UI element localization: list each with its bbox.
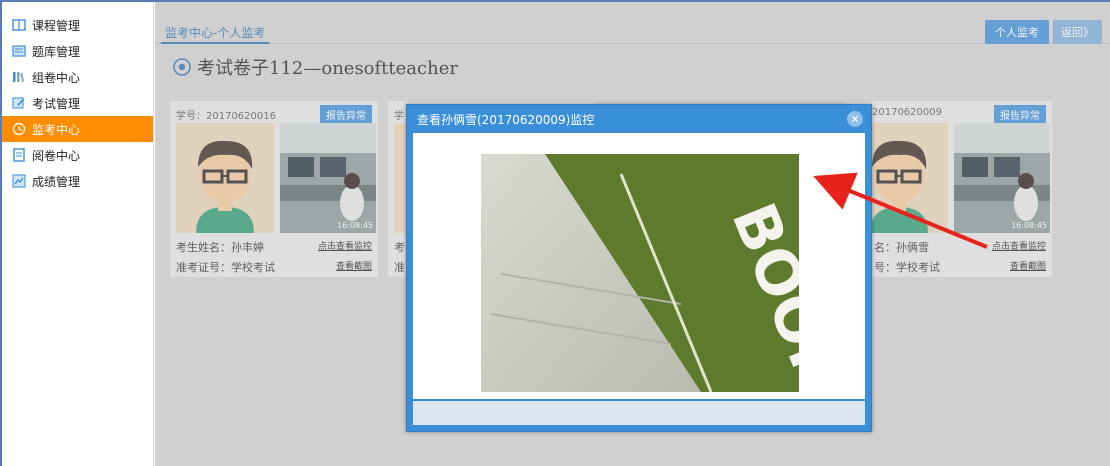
timestamp: 16:08:45 (1011, 221, 1047, 230)
paper-compose-icon (12, 70, 26, 84)
sidebar-item-label: 成绩管理 (32, 174, 81, 189)
sidebar-item-label: 题库管理 (32, 44, 81, 59)
sidebar-item-paper-compose[interactable]: 组卷中心 (2, 64, 153, 90)
back-button[interactable]: 返回》 (1053, 20, 1102, 44)
sidebar-item-score[interactable]: 成绩管理 (2, 168, 153, 194)
sidebar-item-label: 考试管理 (32, 96, 81, 111)
top-buttons: 个人监考 返回》 (985, 20, 1102, 44)
exam-logo-icon (173, 58, 191, 76)
tab-bar: 监考中心-个人监考 (155, 20, 1110, 44)
sidebar-item-course[interactable]: 课程管理 (2, 12, 153, 38)
student-id: 20170620009 (872, 107, 942, 118)
close-icon[interactable]: ✕ (847, 111, 863, 127)
admission-ticket: 准 (394, 261, 405, 274)
monitor-modal: 查看孙俩雪(20170620009)监控 ✕ BOOK (406, 104, 872, 432)
student-name: 考生姓名：孙丰婷 (176, 241, 264, 254)
webcam-photo[interactable]: 16:08:45 (280, 123, 376, 233)
view-monitor-link[interactable]: 点击查看监控 (992, 239, 1046, 252)
admission-ticket: 准考证号：学校考试 (176, 261, 275, 274)
student-name: 考 (394, 241, 405, 254)
student-card: 学号：20170620016 报告异常 16:08:45 考生姓名：孙丰婷 准考… (169, 100, 379, 278)
timestamp: 16:08:45 (337, 221, 373, 230)
exam-title-text: 考试卷子112—onesoftteacher (197, 58, 458, 79)
avatar (176, 123, 274, 233)
question-bank-icon (12, 44, 26, 58)
view-screenshot-link[interactable]: 查看截图 (336, 259, 372, 272)
student-id: 学 (394, 111, 404, 122)
view-monitor-link[interactable]: 点击查看监控 (318, 239, 372, 252)
sidebar-item-proctor[interactable]: 监考中心 (2, 116, 153, 142)
sidebar-item-exam-manage[interactable]: 考试管理 (2, 90, 153, 116)
report-exception-button[interactable]: 报告异常 (320, 105, 372, 124)
modal-footer (413, 401, 865, 425)
sidebar-item-grading[interactable]: 阅卷中心 (2, 142, 153, 168)
modal-title: 查看孙俩雪(20170620009)监控 (417, 112, 595, 127)
view-screenshot-link[interactable]: 查看截图 (1010, 259, 1046, 272)
sidebar-item-label: 组卷中心 (32, 70, 81, 85)
sidebar-item-question-bank[interactable]: 题库管理 (2, 38, 153, 64)
grading-icon (12, 148, 26, 162)
tab-personal-proctor[interactable]: 监考中心-个人监考 (161, 20, 270, 44)
report-exception-button[interactable]: 报告异常 (994, 105, 1046, 124)
modal-body: BOOK (413, 133, 865, 399)
score-icon (12, 174, 26, 188)
sidebar-item-label: 监考中心 (32, 122, 81, 137)
clock-icon (12, 122, 26, 136)
student-card: 20170620009 报告异常 16:08:45 名：孙俩雪 号：学校考试 点… (843, 100, 1053, 278)
admission-ticket: 号：学校考试 (874, 261, 940, 274)
student-name: 名：孙俩雪 (874, 241, 929, 254)
webcam-feed: BOOK (481, 154, 799, 392)
exam-manage-icon (12, 96, 26, 110)
personal-proctor-button[interactable]: 个人监考 (985, 20, 1049, 44)
exam-title: 考试卷子112—onesoftteacher (173, 54, 458, 80)
book-icon (12, 18, 26, 32)
sidebar-item-label: 课程管理 (32, 18, 81, 33)
app-window: 课程管理 题库管理 组卷中心 考试管理 监考中心 阅卷中心 成绩管理 监考中心-… (0, 0, 1110, 466)
student-id: 学号：20170620016 (176, 111, 276, 122)
sidebar-item-label: 阅卷中心 (32, 148, 81, 163)
webcam-photo[interactable]: 16:08:45 (954, 123, 1050, 233)
sidebar: 课程管理 题库管理 组卷中心 考试管理 监考中心 阅卷中心 成绩管理 (2, 2, 154, 466)
